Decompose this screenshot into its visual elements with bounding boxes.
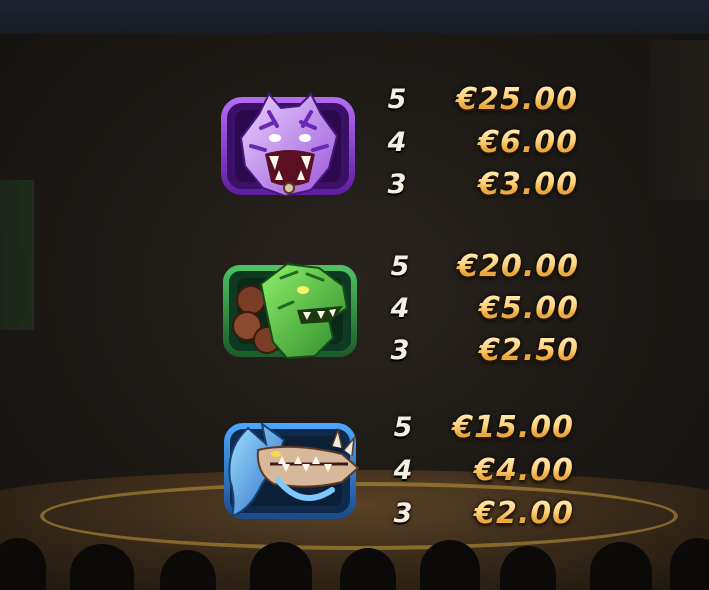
payout-value: €4.00	[374, 453, 574, 488]
payout-value: €25.00	[378, 82, 578, 117]
payout-value: €20.00	[379, 249, 579, 284]
payout-value: €2.50	[379, 333, 579, 368]
payout-value: €6.00	[378, 125, 578, 160]
green-lizard-icon	[221, 258, 361, 362]
payout-value: €3.00	[378, 167, 578, 202]
blue-dragon-icon	[222, 420, 362, 524]
purple-tiger-icon	[219, 92, 359, 196]
crowd-silhouette	[0, 535, 709, 590]
right-pillar	[649, 40, 709, 200]
left-banner	[0, 180, 34, 330]
payout-value: €2.00	[374, 496, 574, 531]
top-bar	[0, 0, 709, 36]
payout-value: €5.00	[379, 291, 579, 326]
payout-value: €15.00	[374, 410, 574, 445]
